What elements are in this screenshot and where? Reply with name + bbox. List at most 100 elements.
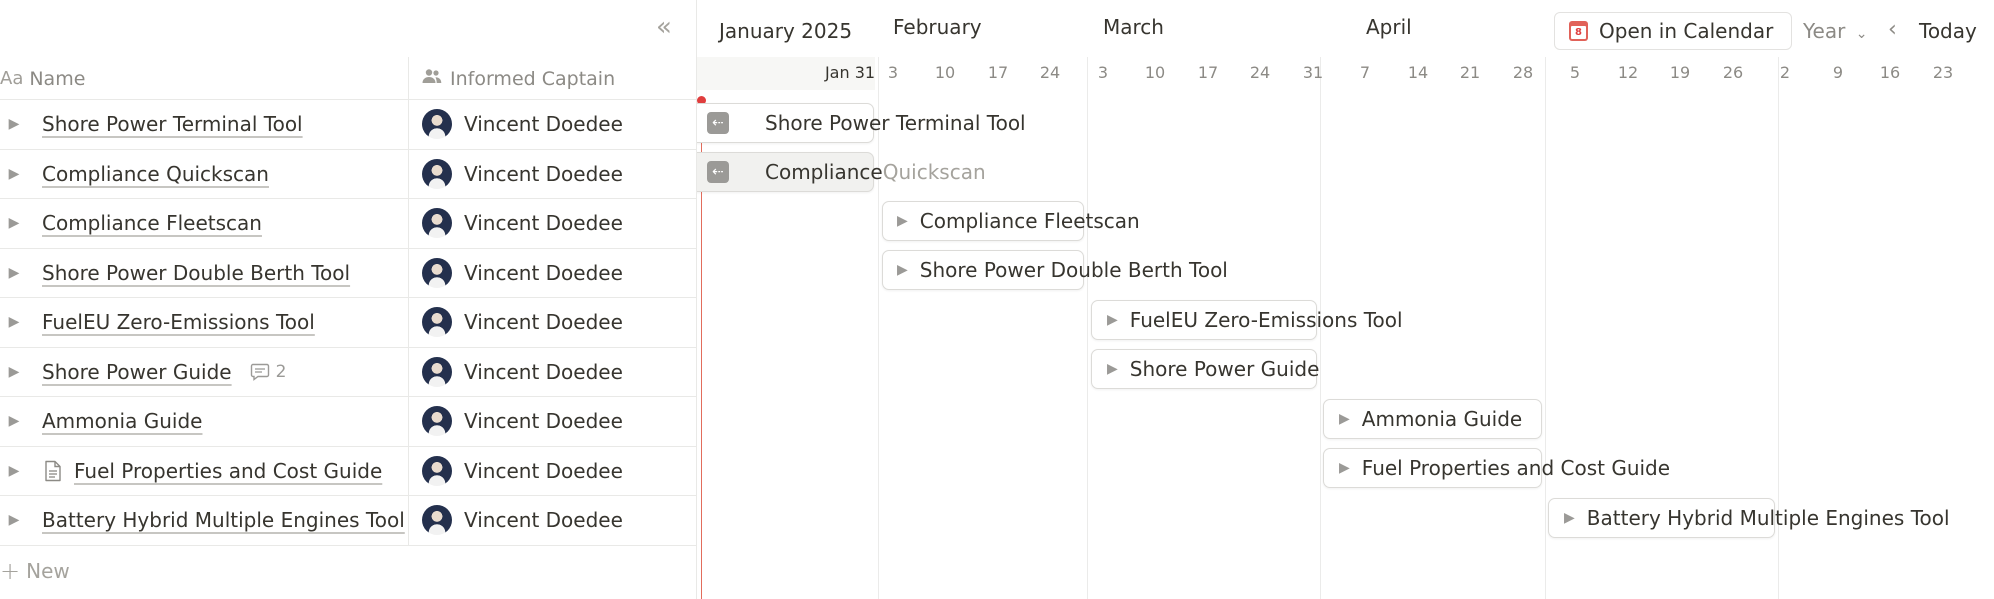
expand-toggle-icon[interactable]: ▶ [0,314,28,330]
captain-name: Vincent Doedee [464,310,623,335]
expand-toggle-icon[interactable]: ▶ [0,512,28,528]
new-row-label: New [26,559,70,583]
week-label: 24 [1039,63,1061,82]
captain-cell[interactable]: Vincent Doedee [408,199,697,248]
week-label: 31 [1302,63,1324,82]
row-title[interactable]: Ammonia Guide [42,409,202,433]
scroll-to-item-arrow-icon[interactable]: ⇠ [707,161,729,183]
captain-name: Vincent Doedee [464,458,623,483]
captain-name: Vincent Doedee [464,161,623,186]
week-label: 7 [1359,63,1371,82]
expand-toggle-icon[interactable]: ▶ [0,463,28,479]
column-header-captain[interactable]: Informed Captain [408,57,697,100]
table-row[interactable]: ▶ Shore Power Terminal Tool Vincent Doede… [0,100,697,150]
captain-name: Vincent Doedee [464,359,623,384]
timeline-bar-label[interactable]: Compliance Quickscan [765,152,986,192]
captain-name: Vincent Doedee [464,508,623,533]
open-in-calendar-label: Open in Calendar [1599,19,1774,43]
scroll-to-item-arrow-icon[interactable]: ⇠ [707,112,729,134]
week-label: 2 [1779,63,1791,82]
column-header-captain-label: Informed Captain [450,67,616,90]
captain-cell[interactable]: Vincent Doedee [408,446,697,495]
timeline-bar-label[interactable]: ▶ Shore Power Double Berth Tool [897,250,1228,290]
text-property-icon: Aa [0,68,24,89]
week-label: 10 [1144,63,1166,82]
table-row[interactable]: ▶ Ammonia Guide Vincent Doedee [0,397,697,447]
captain-name: Vincent Doedee [464,409,623,434]
expand-toggle-icon[interactable]: ▶ [1107,361,1118,377]
timeline-bar-label[interactable]: ▶ Fuel Properties and Cost Guide [1339,448,1670,488]
captain-cell[interactable]: Vincent Doedee [408,496,697,545]
row-title[interactable]: Battery Hybrid Multiple Engines Tool [42,508,405,532]
row-title[interactable]: FuelEU Zero-Emissions Tool [42,310,315,334]
table-row[interactable]: ▶ Shore Power Double Berth Tool Vincent D… [0,248,697,298]
expand-toggle-icon[interactable]: ▶ [0,413,28,429]
table-pane: « Aa Name Informed Captain ▶ Shore Power … [0,0,697,599]
week-label: 28 [1512,63,1534,82]
week-label: 3 [1097,63,1109,82]
expand-toggle-icon[interactable]: ▶ [1107,312,1118,328]
plus-icon: + [0,557,21,585]
week-label: 21 [1459,63,1481,82]
timeline-bar-label[interactable]: Shore Power Terminal Tool [765,103,1026,143]
expand-toggle-icon[interactable]: ▶ [1564,510,1575,526]
month-label: April [1366,15,1412,39]
timeline-bar-label[interactable]: ▶ Shore Power Guide [1107,349,1319,389]
timescale-select[interactable]: Year ⌄ [1803,19,1867,43]
avatar [422,356,452,387]
timeline-bar-label[interactable]: ▶ Compliance Fleetscan [897,201,1140,241]
row-title[interactable]: Shore Power Double Berth Tool [42,261,350,285]
row-title[interactable]: Fuel Properties and Cost Guide [74,459,382,483]
month-label: March [1103,15,1164,39]
captain-cell[interactable]: Vincent Doedee [408,298,697,347]
expand-toggle-icon[interactable]: ▶ [0,265,28,281]
week-label: 24 [1249,63,1271,82]
month-divider [1087,57,1088,599]
today-button[interactable]: Today [1919,19,1977,43]
avatar [422,257,452,288]
expand-toggle-icon[interactable]: ▶ [0,364,28,380]
expand-toggle-icon[interactable]: ▶ [0,215,28,231]
week-label: 26 [1722,63,1744,82]
month-label: February [893,15,982,39]
row-title[interactable]: Compliance Fleetscan [42,211,262,235]
collapse-sidebar-icon[interactable]: « [652,14,676,40]
captain-name: Vincent Doedee [464,211,623,236]
avatar [422,406,452,437]
row-title[interactable]: Compliance Quickscan [42,162,269,186]
captain-cell[interactable]: Vincent Doedee [408,347,697,396]
captain-cell[interactable]: Vincent Doedee [408,100,697,149]
month-label: January 2025 [719,19,853,43]
week-label: 17 [987,63,1009,82]
previous-period-button[interactable]: ‹ [1888,17,1897,42]
expand-toggle-icon[interactable]: ▶ [1339,460,1350,476]
captain-cell[interactable]: Vincent Doedee [408,149,697,198]
expand-toggle-icon[interactable]: ▶ [897,213,908,229]
avatar [422,109,452,140]
column-header-name[interactable]: Aa Name [0,57,408,100]
timeline-pane: January 2025 February March April Jan 31… [697,0,1994,599]
new-row-button[interactable]: + New [0,548,697,594]
timeline-bar-label[interactable]: ▶ FuelEU Zero-Emissions Tool [1107,300,1403,340]
captain-cell[interactable]: Vincent Doedee [408,397,697,446]
expand-toggle-icon[interactable]: ▶ [897,262,908,278]
table-row[interactable]: ▶ FuelEU Zero-Emissions Tool Vincent Doed… [0,298,697,348]
timeline-bar-label[interactable]: ▶ Battery Hybrid Multiple Engines Tool [1564,498,1950,538]
table-row[interactable]: ▶ Battery Hybrid Multiple Engines Tool Vi… [0,496,697,546]
calendar-icon: 8 [1569,21,1588,41]
table-row[interactable]: ▶ Compliance Quickscan Vincent Doedee [0,149,697,199]
open-in-calendar-button[interactable]: 8 Open in Calendar [1554,12,1793,50]
comment-count[interactable]: 2 [250,362,286,382]
expand-toggle-icon[interactable]: ▶ [0,166,28,182]
table-row[interactable]: ▶ Compliance Fleetscan Vincent Doedee [0,199,697,249]
row-title[interactable]: Shore Power Terminal Tool [42,112,303,136]
captain-cell[interactable]: Vincent Doedee [408,248,697,297]
table-row[interactable]: ▶ Shore Power Guide 2 Vincent Doedee [0,347,697,397]
table-row[interactable]: ▶ Fuel Properties and Cost Guide Vincent… [0,446,697,496]
expand-toggle-icon[interactable]: ▶ [1339,411,1350,427]
row-title[interactable]: Shore Power Guide [42,360,232,384]
week-label: 3 [887,63,899,82]
expand-toggle-icon[interactable]: ▶ [0,116,28,132]
people-icon [422,68,442,89]
timeline-bar-label[interactable]: ▶ Ammonia Guide [1339,399,1522,439]
